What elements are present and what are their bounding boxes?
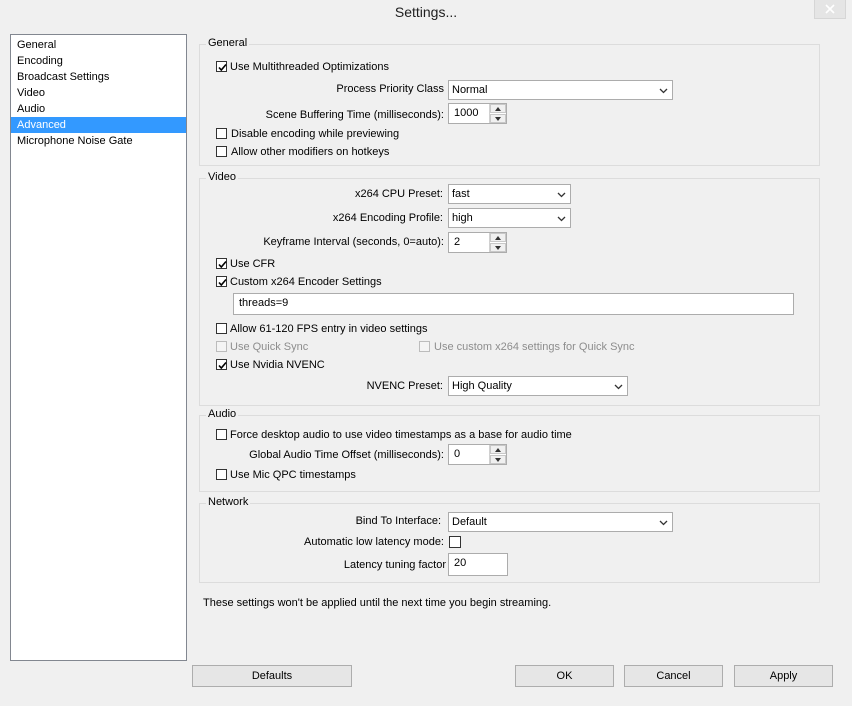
bind-interface-select[interactable]: Default xyxy=(448,512,673,532)
checkmark-icon xyxy=(218,260,227,269)
network-group-title: Network xyxy=(206,496,251,508)
nvenc-preset-label: NVENC Preset: xyxy=(366,380,443,392)
close-button[interactable] xyxy=(814,0,846,19)
quick-sync-custom-label: Use custom x264 settings for Quick Sync xyxy=(434,341,635,353)
bind-interface-value: Default xyxy=(452,516,487,528)
buffering-label: Scene Buffering Time (milliseconds): xyxy=(265,109,444,121)
cancel-button[interactable]: Cancel xyxy=(624,665,723,687)
arrow-up-icon xyxy=(495,236,501,240)
checkmark-icon xyxy=(218,361,227,370)
quick-sync-label: Use Quick Sync xyxy=(230,341,309,353)
arrow-down-icon xyxy=(495,117,501,121)
buffering-decrement-button[interactable] xyxy=(490,114,506,123)
chevron-down-icon xyxy=(557,192,566,198)
chevron-down-icon xyxy=(659,88,668,94)
checkmark-icon xyxy=(218,63,227,72)
buffering-spinner[interactable]: 1000 xyxy=(448,103,507,124)
nav-item-microphone-noise-gate[interactable]: Microphone Noise Gate xyxy=(11,133,186,149)
force-desktop-audio-checkbox[interactable] xyxy=(216,429,227,440)
disable-preview-label: Disable encoding while previewing xyxy=(231,128,400,140)
priority-value: Normal xyxy=(452,84,488,96)
priority-select[interactable]: Normal xyxy=(448,80,673,100)
arrow-up-icon xyxy=(495,107,501,111)
cpu-preset-value: fast xyxy=(452,188,470,200)
nav-item-video[interactable]: Video xyxy=(11,85,186,101)
fps-entry-checkbox[interactable] xyxy=(216,323,227,334)
low-latency-label: Automatic low latency mode: xyxy=(303,536,444,548)
nav-item-encoding[interactable]: Encoding xyxy=(11,53,186,69)
force-desktop-audio-label: Force desktop audio to use video timesta… xyxy=(230,429,572,441)
buffering-value: 1000 xyxy=(454,107,479,119)
audio-offset-decrement-button[interactable] xyxy=(490,455,506,464)
arrow-down-icon xyxy=(495,246,501,250)
keyframe-interval-label: Keyframe Interval (seconds, 0=auto): xyxy=(263,236,444,248)
nvenc-preset-value: High Quality xyxy=(452,380,512,392)
chevron-down-icon xyxy=(557,216,566,222)
settings-category-list[interactable]: General Encoding Broadcast Settings Vide… xyxy=(10,34,187,661)
ok-button[interactable]: OK xyxy=(515,665,614,687)
bind-interface-label: Bind To Interface: xyxy=(355,515,441,527)
audio-offset-spinner[interactable]: 0 xyxy=(448,444,507,465)
nav-item-audio[interactable]: Audio xyxy=(11,101,186,117)
low-latency-checkbox[interactable] xyxy=(449,536,461,548)
latency-factor-label: Latency tuning factor xyxy=(343,559,446,571)
nav-item-general[interactable]: General xyxy=(11,37,186,53)
apply-button[interactable]: Apply xyxy=(734,665,833,687)
nav-item-broadcast-settings[interactable]: Broadcast Settings xyxy=(11,69,186,85)
defaults-button[interactable]: Defaults xyxy=(192,665,352,687)
general-group-title: General xyxy=(206,37,250,49)
chevron-down-icon xyxy=(614,384,623,390)
nvenc-preset-select[interactable]: High Quality xyxy=(448,376,628,396)
nvenc-label: Use Nvidia NVENC xyxy=(230,359,325,371)
keyframe-decrement-button[interactable] xyxy=(490,243,506,252)
custom-x264-value: threads=9 xyxy=(239,297,289,309)
quick-sync-custom-checkbox[interactable] xyxy=(419,341,430,352)
hotkey-modifiers-label: Allow other modifiers on hotkeys xyxy=(231,146,390,158)
arrow-up-icon xyxy=(495,448,501,452)
cpu-preset-label: x264 CPU Preset: xyxy=(354,188,443,200)
cpu-preset-select[interactable]: fast xyxy=(448,184,571,204)
audio-offset-increment-button[interactable] xyxy=(490,445,506,454)
keyframe-increment-button[interactable] xyxy=(490,233,506,242)
buffering-increment-button[interactable] xyxy=(490,104,506,113)
use-cfr-checkbox[interactable] xyxy=(216,258,227,269)
nvenc-checkbox[interactable] xyxy=(216,359,227,370)
latency-factor-value: 20 xyxy=(454,557,467,569)
checkmark-icon xyxy=(218,278,227,287)
keyframe-interval-spinner[interactable]: 2 xyxy=(448,232,507,253)
keyframe-interval-value: 2 xyxy=(454,236,461,248)
nav-item-advanced[interactable]: Advanced xyxy=(11,117,186,133)
hotkey-modifiers-checkbox[interactable] xyxy=(216,146,227,157)
multithreaded-label: Use Multithreaded Optimizations xyxy=(230,61,389,73)
priority-label: Process Priority Class xyxy=(336,83,444,95)
mic-qpc-checkbox[interactable] xyxy=(216,469,227,480)
audio-group-title: Audio xyxy=(206,408,239,420)
audio-offset-label: Global Audio Time Offset (milliseconds): xyxy=(249,449,444,461)
use-cfr-label: Use CFR xyxy=(230,258,276,270)
restart-notice: These settings won't be applied until th… xyxy=(203,597,552,609)
fps-entry-label: Allow 61-120 FPS entry in video settings xyxy=(230,323,428,335)
quick-sync-checkbox[interactable] xyxy=(216,341,227,352)
close-icon xyxy=(825,4,835,14)
window-title: Settings... xyxy=(394,4,458,20)
audio-offset-value: 0 xyxy=(454,448,461,460)
encoding-profile-value: high xyxy=(452,212,473,224)
video-group-title: Video xyxy=(206,171,238,183)
latency-factor-input[interactable]: 20 xyxy=(448,553,508,576)
title-bar: Settings... xyxy=(0,0,852,28)
chevron-down-icon xyxy=(659,520,668,526)
multithreaded-checkbox[interactable] xyxy=(216,61,227,72)
arrow-down-icon xyxy=(495,458,501,462)
mic-qpc-label: Use Mic QPC timestamps xyxy=(230,469,356,481)
encoding-profile-label: x264 Encoding Profile: xyxy=(332,212,443,224)
encoding-profile-select[interactable]: high xyxy=(448,208,571,228)
custom-x264-input[interactable]: threads=9 xyxy=(233,293,794,315)
disable-preview-checkbox[interactable] xyxy=(216,128,227,139)
custom-x264-checkbox[interactable] xyxy=(216,276,227,287)
custom-x264-label: Custom x264 Encoder Settings xyxy=(230,276,382,288)
